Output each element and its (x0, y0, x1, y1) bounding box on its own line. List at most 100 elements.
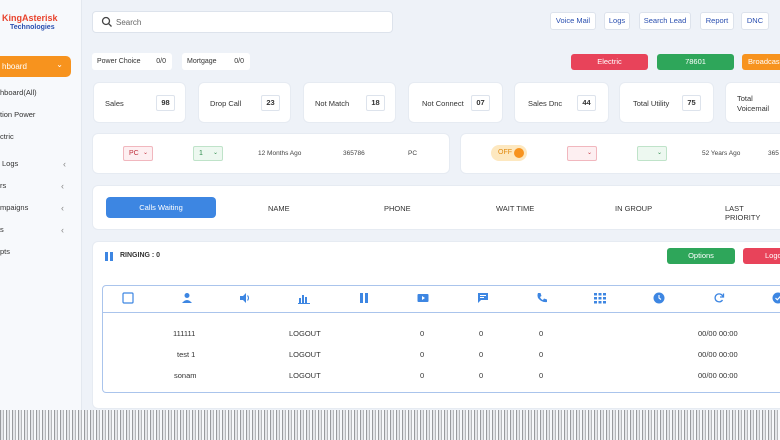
sidebar-item-label: Logs (2, 159, 19, 168)
ringing-count: RINGING : 0 (120, 252, 161, 259)
chevron-left-icon: ‹ (61, 203, 64, 213)
report-button[interactable]: Report (700, 12, 734, 30)
sidebar-item-logs[interactable]: Logs ‹ (2, 159, 66, 169)
search-input[interactable]: Search (116, 18, 141, 27)
stat-card-drop-call: Drop Call 23 (198, 82, 291, 123)
agent-count-2: 0 (479, 350, 484, 359)
clock-icon (653, 292, 665, 304)
refresh-icon (714, 293, 725, 303)
logout-button[interactable]: Logo (743, 248, 780, 264)
stat-card-sales-dnc: Sales Dnc 44 (514, 82, 609, 123)
lead-age: 12 Months Ago (258, 150, 302, 157)
broadcast-button[interactable]: Broadcas (742, 54, 780, 70)
tab-calls-waiting[interactable]: Calls Waiting (106, 197, 216, 218)
stat-value: 75 (682, 95, 701, 111)
stat-value: 07 (471, 95, 490, 111)
column-wait-time: WAIT TIME (496, 204, 535, 213)
agent-time: 00/00 00:00 (698, 329, 738, 338)
pill-label: Mortgage (187, 58, 217, 65)
stat-value: 18 (366, 95, 385, 111)
toggle-label: OFF (498, 149, 512, 156)
select-value: 1 (199, 150, 203, 157)
sidebar-item-label: hboard(All) (0, 88, 37, 97)
sidebar-item-dashboard[interactable]: hboard ⌄ (0, 56, 71, 77)
bottom-noise-strip (0, 410, 780, 440)
pause-icon (360, 293, 368, 303)
right-lead-age: 52 Years Ago (702, 150, 741, 157)
sidebar-item-lists[interactable]: s ‹ (0, 225, 64, 235)
dnc-button[interactable]: DNC (741, 12, 769, 30)
stat-label: Not Connect (422, 99, 464, 108)
stat-card-total-voicemail: Total Voicemail (725, 82, 780, 123)
search-lead-button[interactable]: Search Lead (639, 12, 691, 30)
stat-label: Total (737, 94, 753, 103)
search-box[interactable]: Search (92, 11, 393, 33)
pill-label: Power Choice (97, 58, 141, 65)
check-circle-icon (772, 292, 780, 304)
agent-count-1: 0 (420, 371, 425, 380)
status-toggle[interactable]: OFF (491, 145, 527, 161)
sidebar-item-scripts[interactable]: pts (0, 247, 64, 256)
right-select-2[interactable]: ⌄ (637, 146, 667, 161)
message-icon (478, 293, 488, 303)
volume-icon (240, 293, 250, 303)
agent-time: 00/00 00:00 (698, 350, 738, 359)
stat-label: Total Utility (633, 99, 670, 108)
chevron-left-icon: ‹ (61, 181, 64, 191)
logo-main: KingAsterisk (2, 13, 58, 23)
search-icon (101, 16, 112, 27)
logo: KingAsterisk Technologies (2, 14, 58, 32)
stat-value: 44 (577, 95, 596, 111)
sidebar-item-campaigns[interactable]: mpaigns ‹ (0, 203, 64, 213)
sidebar-item-dashboard-all[interactable]: hboard(All) (0, 88, 64, 97)
agent-count-1: 0 (420, 350, 425, 359)
number-select[interactable]: 1 ⌄ (193, 146, 223, 161)
agent-status: LOGOUT (289, 329, 321, 338)
stat-value: 23 (261, 95, 280, 111)
campaign-id-button[interactable]: 78601 (657, 54, 734, 70)
stat-label-line2: Voicemail (737, 104, 770, 113)
agent-name: 111111 (173, 329, 196, 338)
sidebar-item-users[interactable]: rs ‹ (0, 181, 64, 191)
agent-count-3: 0 (539, 329, 544, 338)
logo-sub: Technologies (10, 24, 55, 31)
lead-number: 365786 (343, 150, 365, 157)
sidebar-item-label: tion Power (0, 110, 36, 119)
sidebar-item-label: mpaigns (0, 203, 29, 212)
checkbox-icon[interactable] (122, 292, 134, 304)
campaign-pill-power-choice[interactable]: Power Choice 0/0 (92, 53, 172, 70)
pc-select[interactable]: PC ⌄ (123, 146, 153, 161)
campaign-pill-mortgage[interactable]: Mortgage 0/0 (182, 53, 250, 70)
stat-label: Not Match (315, 99, 350, 108)
column-last-priority: LAST PRIORITY (725, 204, 761, 222)
right-select-1[interactable]: ⌄ (567, 146, 597, 161)
select-value: PC (129, 150, 139, 157)
chevron-down-icon: ⌄ (586, 150, 592, 156)
chevron-down-icon: ⌄ (212, 150, 218, 156)
chevron-left-icon: ‹ (63, 159, 66, 169)
column-phone: PHONE (384, 204, 411, 213)
pause-icon[interactable] (105, 252, 113, 261)
sidebar-item-label: s (0, 225, 4, 234)
electric-button[interactable]: Electric (571, 54, 648, 70)
sidebar-item-electric[interactable]: ctric (0, 132, 64, 141)
options-button[interactable]: Options (667, 248, 735, 264)
stat-card-sales: Sales 98 (93, 82, 186, 123)
column-name: NAME (268, 204, 290, 213)
sidebar-item-power[interactable]: tion Power (0, 110, 64, 119)
chevron-down-icon: ⌄ (56, 60, 63, 69)
chevron-left-icon: ‹ (61, 225, 64, 235)
voicemail-button[interactable]: Voice Mail (550, 12, 596, 30)
logs-button[interactable]: Logs (604, 12, 630, 30)
stat-label: Sales (105, 99, 124, 108)
user-icon (182, 293, 192, 303)
stat-card-not-connect: Not Connect 07 (408, 82, 503, 123)
sidebar-item-label: ctric (0, 132, 14, 141)
agent-name: test 1 (177, 350, 196, 359)
agent-count-3: 0 (539, 371, 544, 380)
stat-label: Sales Dnc (528, 99, 563, 108)
lead-type: PC (408, 150, 418, 157)
column-in-group: IN GROUP (615, 204, 653, 213)
phone-icon (537, 293, 547, 303)
stat-card-total-utility: Total Utility 75 (619, 82, 714, 123)
